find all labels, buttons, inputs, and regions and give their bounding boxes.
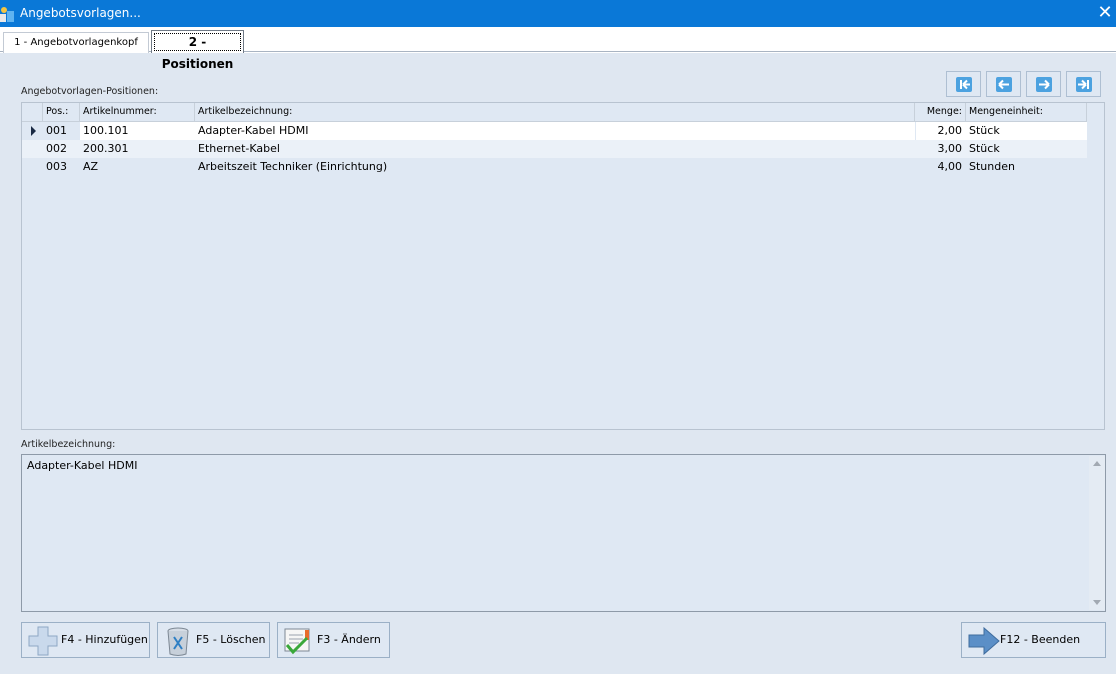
cell-pos: 002 [46, 142, 67, 155]
previous-record-button[interactable] [986, 71, 1021, 97]
cell-mengeneinheit: Stunden [969, 160, 1015, 173]
detail-value: Adapter-Kabel HDMI [27, 459, 138, 472]
next-record-button[interactable] [1026, 71, 1061, 97]
cell-pos: 003 [46, 160, 67, 173]
positions-grid[interactable]: Pos.: Artikelnummer: Artikelbezeichnung:… [21, 102, 1105, 430]
cell-artikelbezeichnung: Ethernet-Kabel [198, 142, 280, 155]
last-record-icon [1078, 79, 1089, 90]
table-row[interactable]: 001 100.101 Adapter-Kabel HDMI 2,00 Stüc… [22, 122, 1087, 140]
edit-button[interactable]: F3 - Ändern [277, 622, 390, 658]
cell-artikelbezeichnung: Adapter-Kabel HDMI [195, 122, 915, 140]
column-header-mengeneinheit[interactable]: Mengeneinheit: [966, 103, 1087, 121]
vertical-scrollbar[interactable] [1089, 456, 1105, 610]
delete-button-label: F5 - Löschen [196, 633, 266, 646]
scroll-down-icon[interactable] [1093, 600, 1101, 605]
exit-button[interactable]: F12 - Beenden [961, 622, 1106, 658]
tab-angebotvorlagenkopf[interactable]: 1 - Angebotvorlagenkopf [3, 32, 149, 53]
current-row-indicator-icon [31, 126, 36, 136]
table-row[interactable]: 003 AZ Arbeitszeit Techniker (Einrichtun… [22, 158, 1087, 176]
edit-document-icon [284, 628, 310, 655]
detail-label: Artikelbezeichnung: [21, 439, 116, 450]
trash-icon [167, 627, 189, 656]
window-title: Angebotsvorlagen... [20, 6, 141, 20]
delete-button[interactable]: F5 - Löschen [157, 622, 270, 658]
cell-mengeneinheit: Stück [966, 122, 1087, 140]
edit-button-label: F3 - Ändern [317, 633, 381, 646]
add-button-label: F4 - Hinzufügen [61, 633, 148, 646]
cell-artikelnummer: 200.301 [83, 142, 129, 155]
first-record-icon [960, 79, 970, 90]
column-header-pos[interactable]: Pos.: [43, 103, 80, 121]
arrow-right-icon [968, 626, 1000, 656]
add-button[interactable]: F4 - Hinzufügen [21, 622, 150, 658]
scroll-up-icon[interactable] [1093, 461, 1101, 466]
next-record-icon [1039, 79, 1050, 90]
close-icon[interactable]: ✕ [1094, 2, 1116, 24]
artikelbezeichnung-textarea[interactable]: Adapter-Kabel HDMI [21, 454, 1106, 612]
grid-label: Angebotvorlagen-Positionen: [21, 86, 159, 97]
tab-positionen[interactable]: 2 - Positionen [151, 30, 244, 71]
cell-artikelbezeichnung: Arbeitszeit Techniker (Einrichtung) [198, 160, 388, 173]
grid-header: Pos.: Artikelnummer: Artikelbezeichnung:… [22, 103, 1087, 122]
table-row[interactable]: 002 200.301 Ethernet-Kabel 3,00 Stück [22, 140, 1087, 158]
column-header-menge[interactable]: Menge: [915, 103, 966, 121]
cell-menge: 3,00 [937, 142, 963, 155]
previous-record-icon [998, 79, 1009, 90]
plus-icon [28, 626, 58, 656]
cell-menge: 4,00 [937, 160, 963, 173]
cell-artikelnummer: 100.101 [80, 122, 195, 140]
cell-menge: 2,00 [916, 122, 966, 140]
cell-pos: 001 [46, 124, 67, 137]
column-header-artikelnummer[interactable]: Artikelnummer: [80, 103, 195, 121]
column-header-artikelbezeichnung[interactable]: Artikelbezeichnung: [195, 103, 915, 121]
exit-button-label: F12 - Beenden [1000, 633, 1081, 646]
title-bar: Angebotsvorlagen... ✕ [0, 0, 1116, 27]
app-icon [0, 7, 14, 22]
cell-artikelnummer: AZ [83, 160, 99, 173]
cell-mengeneinheit: Stück [969, 142, 1000, 155]
last-record-button[interactable] [1066, 71, 1101, 97]
first-record-button[interactable] [946, 71, 981, 97]
